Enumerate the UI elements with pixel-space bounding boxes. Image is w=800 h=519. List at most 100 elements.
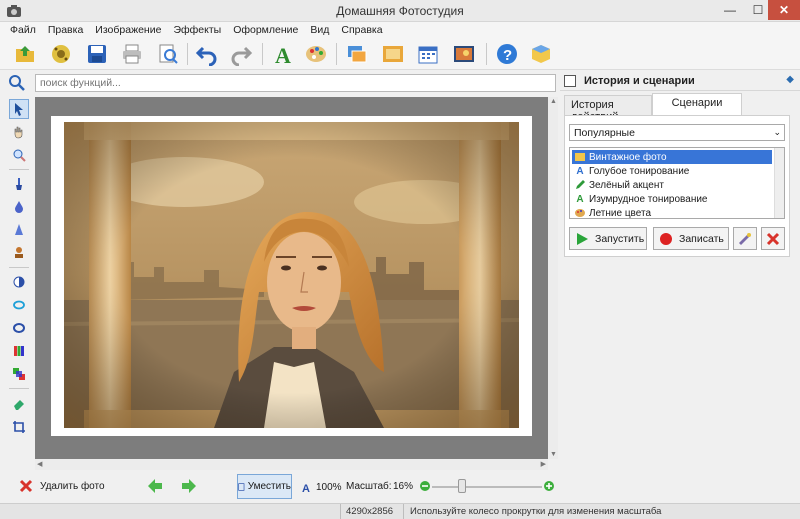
undo-button[interactable] bbox=[194, 41, 220, 67]
package-icon bbox=[532, 45, 550, 63]
zoom-slider-thumb[interactable] bbox=[457, 479, 466, 493]
redo-button[interactable] bbox=[228, 41, 254, 67]
frames-icon bbox=[348, 46, 367, 63]
crop-tool[interactable] bbox=[9, 417, 29, 437]
toolbar-separator bbox=[486, 43, 487, 65]
eraser-icon bbox=[14, 400, 24, 410]
save-button[interactable] bbox=[84, 41, 110, 67]
left-toolbar bbox=[7, 97, 31, 437]
hand-tool[interactable] bbox=[9, 122, 29, 142]
frames-button[interactable] bbox=[344, 41, 370, 67]
zoom-tool[interactable] bbox=[9, 145, 29, 165]
fit-button[interactable]: Уместить bbox=[237, 474, 292, 499]
svg-text:?: ? bbox=[503, 47, 512, 64]
zoom-out-button[interactable] bbox=[419, 480, 431, 492]
photo-image bbox=[64, 122, 519, 428]
text-icon: A bbox=[275, 43, 291, 66]
calendar-button[interactable] bbox=[415, 41, 441, 67]
scenarios-tab-body: Популярные ⌄ Винтажное фото A Голубое то… bbox=[564, 115, 790, 257]
panel-icon bbox=[564, 75, 576, 87]
image-canvas[interactable] bbox=[35, 97, 548, 459]
delete-scenario-button[interactable] bbox=[761, 227, 785, 250]
scenario-label: Зелёный акцент bbox=[589, 179, 664, 191]
edit-scenario-button[interactable] bbox=[733, 227, 757, 250]
select-tool[interactable] bbox=[9, 99, 29, 119]
category-select[interactable]: Популярные ⌄ bbox=[569, 124, 785, 141]
scroll-left-icon[interactable]: ◀ bbox=[37, 460, 42, 468]
preview-button[interactable] bbox=[155, 41, 181, 67]
run-button[interactable]: Запустить bbox=[569, 227, 647, 250]
actual-size-button[interactable]: A 100% bbox=[302, 481, 342, 494]
channels-tool[interactable] bbox=[9, 341, 29, 361]
scroll-down-icon[interactable]: ▼ bbox=[550, 451, 557, 458]
search-icon bbox=[9, 75, 25, 91]
vertical-scrollbar[interactable]: ▲ ▼ bbox=[548, 97, 558, 459]
text-button[interactable]: A bbox=[270, 41, 296, 67]
collage-button[interactable] bbox=[451, 41, 477, 67]
run-label: Запустить bbox=[595, 232, 645, 245]
prev-photo-button[interactable] bbox=[146, 477, 164, 495]
delete-x-icon bbox=[19, 479, 33, 493]
menu-bar: Файл Правка Изображение Эффекты Оформлен… bbox=[0, 22, 800, 38]
list-item[interactable]: Летние цвета bbox=[572, 206, 772, 220]
wand-icon bbox=[737, 231, 753, 247]
list-item[interactable]: A Изумрудное тонирование bbox=[572, 192, 772, 206]
list-item[interactable]: Винтажное фото bbox=[572, 150, 772, 164]
tab-history[interactable]: История действий bbox=[564, 95, 652, 123]
close-button[interactable]: ✕ bbox=[768, 0, 800, 20]
contrast-tool[interactable] bbox=[9, 272, 29, 292]
list-item[interactable]: A Голубое тонирование bbox=[572, 164, 772, 178]
tab-scenarios[interactable]: Сценарии bbox=[652, 93, 742, 116]
delete-photo-button[interactable]: Удалить фото bbox=[18, 478, 105, 494]
panel-title: История и сценарии bbox=[584, 75, 695, 87]
print-button[interactable] bbox=[119, 41, 145, 67]
search-input[interactable] bbox=[35, 74, 556, 92]
menu-effects[interactable]: Эффекты bbox=[167, 24, 227, 36]
zoom-slider-track[interactable] bbox=[432, 486, 542, 488]
help-button[interactable]: ? bbox=[494, 41, 520, 67]
ellipse-tool[interactable] bbox=[9, 318, 29, 338]
scenario-label: Винтажное фото bbox=[589, 151, 667, 163]
open-photo-button[interactable] bbox=[12, 41, 38, 67]
scroll-up-icon[interactable]: ▲ bbox=[550, 98, 557, 105]
arrow-right-icon bbox=[182, 479, 196, 493]
color-replace-tool[interactable] bbox=[9, 364, 29, 384]
svg-text:A: A bbox=[275, 43, 291, 66]
list-item[interactable]: Зелёный акцент bbox=[572, 178, 772, 192]
package-button[interactable] bbox=[528, 41, 554, 67]
blur-tool[interactable] bbox=[9, 197, 29, 217]
scroll-right-icon[interactable]: ▶ bbox=[541, 460, 546, 468]
list-scrollbar[interactable] bbox=[774, 148, 784, 218]
palette-icon bbox=[574, 207, 586, 219]
drop-icon bbox=[15, 201, 23, 213]
brush-tool[interactable] bbox=[9, 174, 29, 194]
menu-image[interactable]: Изображение bbox=[89, 24, 167, 36]
sharpen-tool[interactable] bbox=[9, 220, 29, 240]
eraser-tool[interactable] bbox=[9, 394, 29, 414]
stamp-tool[interactable] bbox=[9, 243, 29, 263]
zoom-in-button[interactable] bbox=[543, 480, 555, 492]
vintage-photo bbox=[64, 122, 519, 428]
zoom-icon bbox=[13, 149, 26, 162]
minimize-button[interactable]: — bbox=[716, 0, 744, 20]
menu-view[interactable]: Вид bbox=[304, 24, 335, 36]
tool-separator bbox=[9, 169, 29, 170]
palette-button[interactable] bbox=[303, 41, 329, 67]
scenario-list[interactable]: Винтажное фото A Голубое тонирование Зел… bbox=[569, 147, 785, 219]
record-button[interactable]: Записать bbox=[653, 227, 729, 250]
menu-design[interactable]: Оформление bbox=[227, 24, 304, 36]
gallery-button[interactable] bbox=[48, 41, 74, 67]
panel-header: История и сценарии ◆ bbox=[560, 71, 800, 91]
zoom-label: Масштаб: bbox=[346, 481, 392, 492]
lasso-tool[interactable] bbox=[9, 295, 29, 315]
menu-file[interactable]: Файл bbox=[4, 24, 42, 36]
search-row bbox=[0, 71, 560, 95]
stamp-icon bbox=[15, 247, 23, 258]
pin-icon[interactable]: ◆ bbox=[786, 74, 794, 85]
next-photo-button[interactable] bbox=[180, 477, 198, 495]
picture-button[interactable] bbox=[380, 41, 406, 67]
menu-edit[interactable]: Правка bbox=[42, 24, 89, 36]
menu-help[interactable]: Справка bbox=[335, 24, 388, 36]
chevron-down-icon: ⌄ bbox=[773, 127, 781, 137]
horizontal-scrollbar[interactable]: ◀ ▶ bbox=[35, 459, 548, 470]
